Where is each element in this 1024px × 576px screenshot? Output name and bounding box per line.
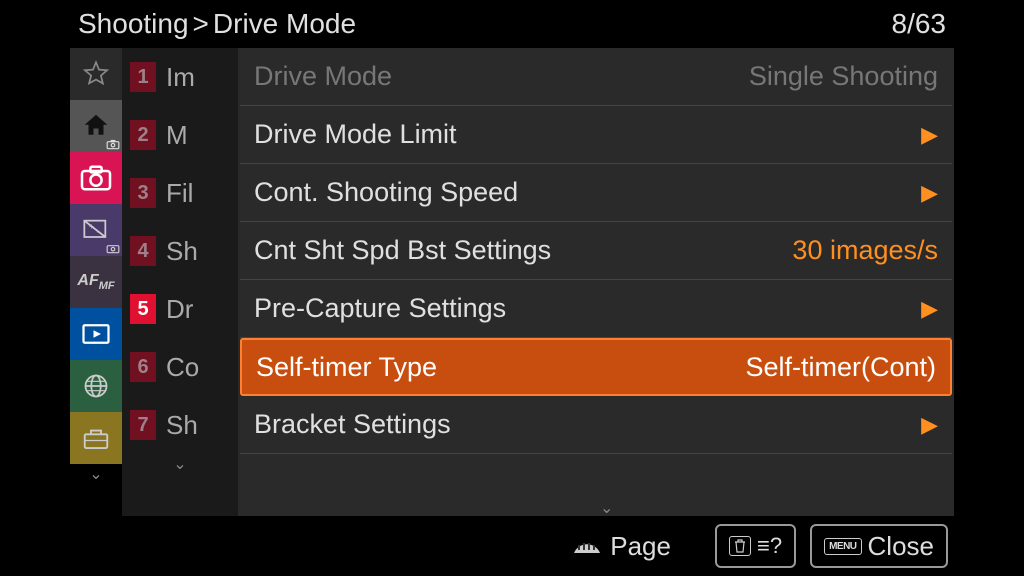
- menu-item-label: Self-timer Type: [256, 352, 437, 383]
- menu-item-pre-capture[interactable]: Pre-Capture Settings ▶: [240, 280, 952, 338]
- menu-item-label: Cont. Shooting Speed: [254, 177, 518, 208]
- page-number: 4: [130, 236, 156, 266]
- page-indicator: 8/63: [892, 8, 947, 40]
- page-list-label: M: [166, 120, 188, 151]
- menu-item-value: Single Shooting: [749, 61, 938, 92]
- menu-item-label: Drive Mode Limit: [254, 119, 457, 150]
- tab-focus[interactable]: AFMF: [70, 256, 122, 308]
- help-icon: ≡?: [757, 533, 782, 559]
- page-hint: Page: [570, 531, 671, 562]
- menu-item-cont-shooting-speed[interactable]: Cont. Shooting Speed ▶: [240, 164, 952, 222]
- tab-favorites[interactable]: [70, 48, 122, 100]
- tab-shooting[interactable]: [70, 152, 122, 204]
- page-number: 6: [130, 352, 156, 382]
- page-list-label: Co: [166, 352, 199, 383]
- breadcrumb-parent: Shooting: [78, 8, 189, 40]
- svg-text:-: -: [97, 228, 100, 237]
- page-number: 3: [130, 178, 156, 208]
- chevron-right-icon: ▶: [921, 180, 938, 206]
- menu-key-icon: MENU: [824, 538, 861, 555]
- menu-item-cnt-sht-spd-bst[interactable]: Cnt Sht Spd Bst Settings 30 images/s: [240, 222, 952, 280]
- chevron-right-icon: ▶: [921, 296, 938, 322]
- page-hint-label: Page: [610, 531, 671, 562]
- page-list-label: Dr: [166, 294, 193, 325]
- chevron-right-icon: ▶: [921, 412, 938, 438]
- breadcrumb-child: Drive Mode: [213, 8, 356, 40]
- page-list-label: Fil: [166, 178, 193, 209]
- page-number: 2: [130, 120, 156, 150]
- chevron-right-icon: ▶: [921, 122, 938, 148]
- page-list-label: Im: [166, 62, 195, 93]
- page-list: 1 Im 2 M 3 Fil 4 Sh 5 Dr 6 Co: [122, 48, 238, 516]
- tab-exposure[interactable]: +-: [70, 204, 122, 256]
- dial-icon: [570, 535, 604, 557]
- page-list-item[interactable]: 6 Co: [122, 338, 238, 396]
- tab-main[interactable]: [70, 100, 122, 152]
- menu-item-self-timer-type[interactable]: Self-timer Type Self-timer(Cont): [240, 338, 952, 396]
- menu-item-value: 30 images/s: [792, 235, 938, 266]
- tab-playback[interactable]: [70, 308, 122, 360]
- menu-item-label: Pre-Capture Settings: [254, 293, 506, 324]
- page-list-item[interactable]: 5 Dr: [122, 280, 238, 338]
- page-number: 1: [130, 62, 156, 92]
- page-list-scroll-down-icon: ⌄: [122, 454, 238, 474]
- settings-list: Drive Mode Single Shooting Drive Mode Li…: [238, 48, 954, 516]
- page-number: 5: [130, 294, 156, 324]
- menu-header: Shooting > Drive Mode 8/63: [70, 0, 954, 48]
- menu-item-label: Cnt Sht Spd Bst Settings: [254, 235, 551, 266]
- tabs-scroll-down-icon: ⌄: [70, 464, 122, 484]
- close-button[interactable]: MENU Close: [810, 524, 948, 568]
- menu-item-bracket-settings[interactable]: Bracket Settings ▶: [240, 396, 952, 454]
- camera-badge-icon: [106, 242, 120, 254]
- trash-icon: [729, 536, 751, 556]
- page-list-item[interactable]: 4 Sh: [122, 222, 238, 280]
- page-list-item[interactable]: 1 Im: [122, 48, 238, 106]
- tab-network[interactable]: [70, 360, 122, 412]
- page-list-item[interactable]: 3 Fil: [122, 164, 238, 222]
- breadcrumb-separator: >: [193, 8, 209, 40]
- page-number: 7: [130, 410, 156, 440]
- category-tabs: +- AFMF ⌄: [70, 48, 122, 516]
- breadcrumb: Shooting > Drive Mode: [78, 8, 356, 40]
- menu-item-label: Drive Mode: [254, 61, 392, 92]
- page-list-item[interactable]: 7 Sh: [122, 396, 238, 454]
- footer-bar: Page ≡? MENU Close: [70, 516, 954, 576]
- menu-scroll-down-icon: ⌄: [600, 498, 613, 518]
- svg-text:+: +: [89, 222, 94, 231]
- menu-item-drive-mode: Drive Mode Single Shooting: [240, 48, 952, 106]
- menu-item-label: Bracket Settings: [254, 409, 451, 440]
- close-label: Close: [868, 531, 934, 562]
- menu-item-drive-mode-limit[interactable]: Drive Mode Limit ▶: [240, 106, 952, 164]
- page-list-label: Sh: [166, 236, 198, 267]
- help-button[interactable]: ≡?: [715, 524, 796, 568]
- page-list-label: Sh: [166, 410, 198, 441]
- page-list-item[interactable]: 2 M: [122, 106, 238, 164]
- tab-setup[interactable]: [70, 412, 122, 464]
- menu-item-value: Self-timer(Cont): [745, 352, 936, 383]
- camera-badge-icon: [106, 138, 120, 150]
